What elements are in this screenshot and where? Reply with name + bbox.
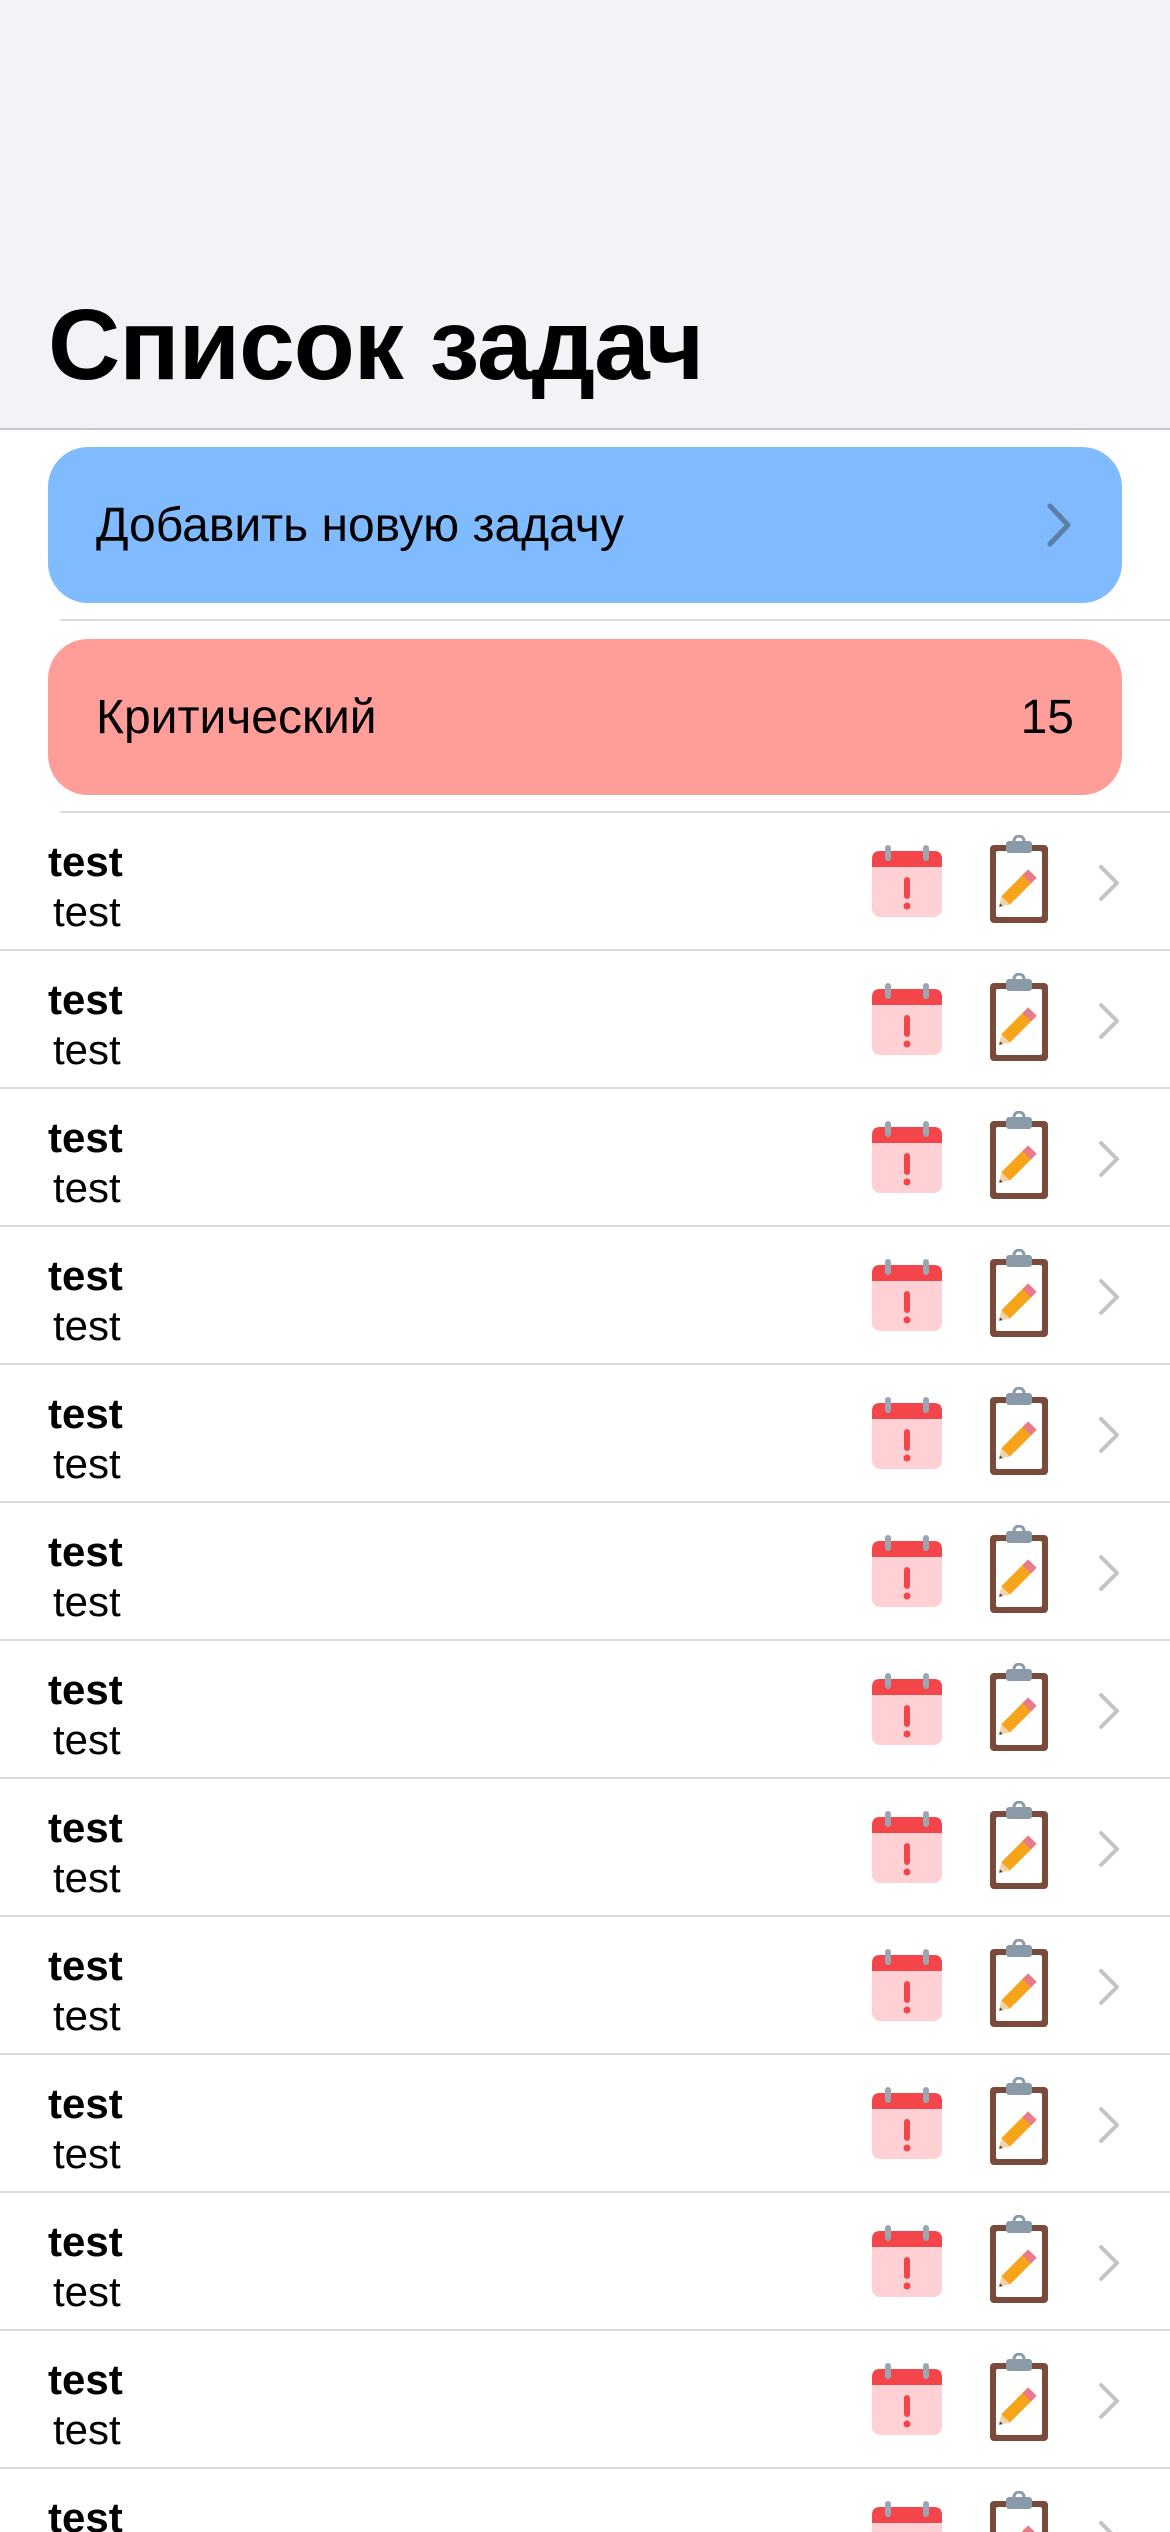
- clipboard-pencil-icon: [990, 1939, 1048, 2027]
- task-subtitle: test: [53, 1026, 121, 1073]
- task-title: test: [48, 2494, 123, 2532]
- task-row[interactable]: test test: [0, 1779, 1170, 1917]
- critical-filter-row[interactable]: Критический 15: [48, 639, 1122, 795]
- calendar-alert-icon: [872, 1121, 942, 1193]
- add-task-button[interactable]: Добавить новую задачу: [48, 447, 1122, 603]
- task-title: test: [48, 976, 123, 1023]
- task-subtitle: test: [53, 1992, 121, 2039]
- chevron-right-icon: [1099, 2107, 1119, 2143]
- chevron-right-icon: [1099, 1417, 1119, 1453]
- separator: [60, 619, 1170, 621]
- task-row[interactable]: test test: [0, 951, 1170, 1089]
- calendar-alert-icon: [872, 2225, 942, 2297]
- chevron-right-icon: [1099, 1141, 1119, 1177]
- clipboard-pencil-icon: [990, 2215, 1048, 2303]
- chevron-right-icon: [1047, 503, 1071, 547]
- critical-label: Критический: [96, 690, 377, 744]
- task-row[interactable]: test test: [0, 1227, 1170, 1365]
- task-subtitle: test: [53, 1854, 121, 1901]
- calendar-alert-icon: [872, 1397, 942, 1469]
- screen: Список задач Добавить новую задачу Крити…: [0, 0, 1170, 2532]
- clipboard-pencil-icon: [990, 1387, 1048, 1475]
- clipboard-pencil-icon: [990, 1663, 1048, 1751]
- task-subtitle: test: [53, 1716, 121, 1763]
- chevron-right-icon: [1099, 1693, 1119, 1729]
- calendar-alert-icon: [872, 983, 942, 1055]
- chevron-right-icon: [1099, 1969, 1119, 2005]
- calendar-alert-icon: [872, 2501, 942, 2532]
- task-subtitle: test: [53, 1578, 121, 1625]
- task-row[interactable]: test test: [0, 1365, 1170, 1503]
- task-title: test: [48, 1804, 123, 1851]
- calendar-alert-icon: [872, 2087, 942, 2159]
- chevron-right-icon: [1099, 1279, 1119, 1315]
- task-subtitle: test: [53, 2268, 121, 2315]
- task-subtitle: test: [53, 1440, 121, 1487]
- task-subtitle: test: [53, 1164, 121, 1211]
- chevron-right-icon: [1099, 1555, 1119, 1591]
- task-subtitle: test: [53, 2130, 121, 2177]
- task-title: test: [48, 1942, 123, 1989]
- task-title: test: [48, 1528, 123, 1575]
- task-subtitle: test: [53, 2406, 121, 2453]
- clipboard-pencil-icon: [990, 2077, 1048, 2165]
- task-title: test: [48, 1666, 123, 1713]
- task-title: test: [48, 1252, 123, 1299]
- calendar-alert-icon: [872, 1811, 942, 1883]
- task-title: test: [48, 1114, 123, 1161]
- task-row[interactable]: test test: [0, 2331, 1170, 2469]
- task-title: test: [48, 838, 123, 885]
- chevron-right-icon: [1099, 865, 1119, 901]
- task-row[interactable]: test test: [0, 1641, 1170, 1779]
- chevron-right-icon: [1099, 2245, 1119, 2281]
- clipboard-pencil-icon: [990, 1525, 1048, 1613]
- calendar-alert-icon: [872, 1535, 942, 1607]
- clipboard-pencil-icon: [990, 1249, 1048, 1337]
- task-subtitle: test: [53, 1302, 121, 1349]
- chevron-right-icon: [1099, 1831, 1119, 1867]
- critical-count: 15: [1020, 690, 1074, 744]
- calendar-alert-icon: [872, 1949, 942, 2021]
- navigation-header: Список задач: [0, 0, 1170, 430]
- calendar-alert-icon: [872, 1673, 942, 1745]
- page-title: Список задач: [48, 289, 704, 401]
- task-title: test: [48, 2080, 123, 2127]
- calendar-alert-icon: [872, 2363, 942, 2435]
- task-row[interactable]: test test: [0, 1503, 1170, 1641]
- task-row[interactable]: test test: [0, 1089, 1170, 1227]
- chevron-right-icon: [1099, 2383, 1119, 2419]
- clipboard-pencil-icon: [990, 2491, 1048, 2532]
- clipboard-pencil-icon: [990, 835, 1048, 923]
- task-title: test: [48, 1390, 123, 1437]
- add-task-label: Добавить новую задачу: [96, 498, 624, 552]
- task-title: test: [48, 2218, 123, 2265]
- clipboard-pencil-icon: [990, 1801, 1048, 1889]
- clipboard-pencil-icon: [990, 1111, 1048, 1199]
- task-row[interactable]: test test: [0, 813, 1170, 951]
- task-row[interactable]: test test: [0, 2193, 1170, 2331]
- clipboard-pencil-icon: [990, 973, 1048, 1061]
- calendar-alert-icon: [872, 1259, 942, 1331]
- task-row[interactable]: test test: [0, 2055, 1170, 2193]
- task-row[interactable]: test test: [0, 2469, 1170, 2532]
- task-list: test test test test test test test test …: [0, 813, 1170, 2532]
- chevron-right-icon: [1099, 2521, 1113, 2532]
- calendar-alert-icon: [872, 845, 942, 917]
- task-row[interactable]: test test: [0, 1917, 1170, 2055]
- task-title: test: [48, 2356, 123, 2403]
- clipboard-pencil-icon: [990, 2353, 1048, 2441]
- chevron-right-icon: [1099, 1003, 1119, 1039]
- task-subtitle: test: [53, 888, 121, 935]
